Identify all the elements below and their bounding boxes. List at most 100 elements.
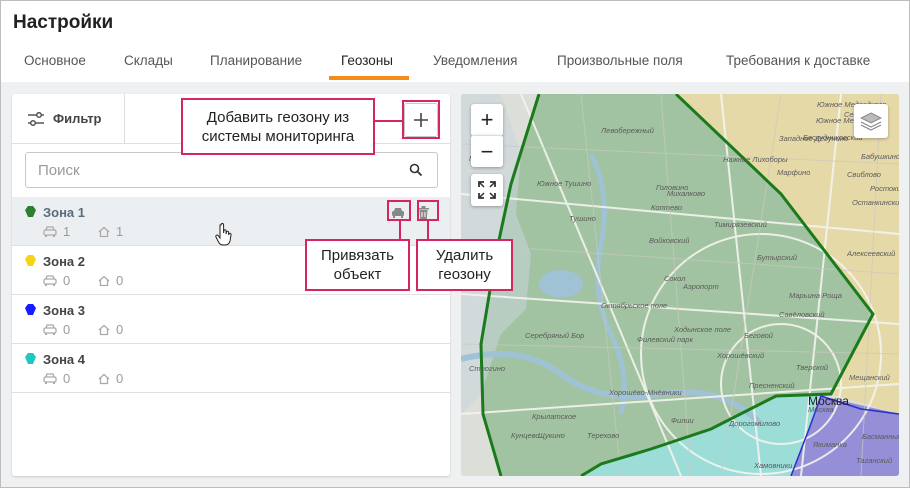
tab-notifications[interactable]: Уведомления: [433, 53, 517, 68]
tab-delivery-requirements[interactable]: Требования к доставке: [726, 53, 870, 68]
map-district-label: Хамовники: [754, 461, 793, 470]
map-district-label: Хорошёвский: [717, 351, 765, 360]
delete-icon-highlight: [417, 200, 439, 221]
map-district-label: Южное Тушино: [537, 179, 592, 188]
zoom-out-button[interactable]: −: [471, 135, 503, 167]
add-button-highlight: [402, 100, 440, 139]
map-district-label: Октябрьское поле: [601, 301, 668, 310]
zoom-in-button[interactable]: +: [471, 104, 503, 136]
zone-color-marker: [25, 304, 36, 315]
map-district-label: Коптево: [651, 203, 683, 212]
zone-name: Зона 4: [43, 352, 86, 367]
warehouse-count: 0: [98, 371, 123, 386]
home-icon: [98, 324, 110, 335]
active-tab-indicator: [329, 76, 409, 80]
map-district-label: Мещанский: [849, 373, 890, 382]
warehouse-count: 1: [98, 224, 123, 239]
map-district-label: Останкинский: [852, 198, 899, 207]
zone-name: Зона 2: [43, 254, 86, 269]
callout-delete-geozone: Удалить геозону: [416, 239, 513, 291]
map-district-label: Бутырский: [757, 253, 798, 262]
map-district-label: Марьина Роща: [789, 291, 842, 300]
map-district-label: Головино: [656, 183, 689, 192]
home-icon: [98, 275, 110, 286]
map-district-label: Бабушкинский: [861, 152, 899, 161]
map-district-label: Щукино: [538, 431, 565, 440]
map-district-label: Тушино: [569, 214, 596, 223]
zone-color-marker: [25, 353, 36, 364]
map-district-label: Хорошёво-Мнёвники: [609, 388, 682, 397]
layers-button[interactable]: [854, 104, 888, 138]
map-district-label: Терехово: [587, 431, 620, 440]
warehouse-count: 0: [98, 322, 123, 337]
map-district-label: Нажние Лихоборы: [723, 155, 788, 164]
car-icon: [43, 372, 57, 384]
map-district-label: Левобережный: [601, 126, 654, 135]
fullscreen-icon: [478, 181, 496, 199]
tab-geozones[interactable]: Геозоны: [341, 53, 393, 68]
tab-bar: Основное Склады Планирование Геозоны Уве…: [1, 53, 909, 81]
callout-bind-object: Привязать объект: [305, 239, 410, 291]
vehicle-count: 0: [43, 371, 70, 386]
car-icon: [43, 323, 57, 335]
map-district-label: Басманный: [862, 432, 899, 441]
filter-button[interactable]: Фильтр: [12, 94, 125, 143]
filter-icon: [28, 111, 44, 126]
fullscreen-button[interactable]: [471, 174, 503, 206]
vehicle-count: 1: [43, 224, 70, 239]
map-district-label: Таганский: [856, 456, 893, 465]
map-district-label: Филевский парк: [637, 335, 694, 344]
page-title: Настройки: [13, 12, 114, 33]
map-district-label: Беговой: [744, 331, 773, 340]
vehicle-count: 0: [43, 322, 70, 337]
zone-color-marker: [25, 206, 36, 217]
map-district-label: Пресненский: [749, 381, 795, 390]
map-district-label: Аэропорт: [683, 282, 719, 291]
map-district-label: Серебряный Бор: [525, 331, 585, 340]
callout-add-geozone: Добавить геозону из системы мониторинга: [181, 98, 375, 155]
home-icon: [98, 373, 110, 384]
tab-planning[interactable]: Планирование: [210, 53, 302, 68]
map-district-label: Крылатское: [532, 412, 577, 421]
map-district-label: Савёловский: [779, 310, 825, 319]
map-district-label: Марфино: [777, 168, 811, 177]
map-district-label: Филии: [671, 416, 694, 425]
callout-connector: [427, 220, 429, 240]
map-district-label: Войковский: [649, 236, 690, 245]
map-district-label: Кунцево: [511, 431, 540, 440]
page-header: Настройки Основное Склады Планирование Г…: [1, 1, 909, 81]
map-district-label: Тимирязевский: [714, 220, 767, 229]
app-window: Настройки Основное Склады Планирование Г…: [0, 0, 910, 488]
callout-connector: [375, 120, 403, 122]
map-district-label: Тверской: [796, 363, 829, 372]
map-district-label: Якиманка: [813, 440, 847, 449]
zone-row-4[interactable]: Зона 4 0 0: [12, 344, 450, 393]
tab-custom-fields[interactable]: Произвольные поля: [557, 53, 683, 68]
zone-name: Зона 1: [43, 205, 86, 220]
search-input[interactable]: Поиск: [25, 152, 438, 188]
map-district-label: Ходынское поле: [674, 325, 732, 334]
search-placeholder: Поиск: [38, 161, 80, 179]
bind-icon-highlight: [387, 200, 411, 221]
layers-icon: [860, 112, 882, 131]
hand-cursor-icon: [215, 223, 232, 246]
map-view[interactable]: Москва Левобережный Михалково Нажние Лихоб…: [461, 94, 899, 476]
home-icon: [98, 226, 110, 237]
map-district-label: Свиблово: [847, 170, 881, 179]
tab-main[interactable]: Основное: [24, 53, 86, 68]
zone-color-marker: [25, 255, 36, 266]
map-district-label: Строгино: [469, 364, 506, 373]
tab-warehouses[interactable]: Склады: [124, 53, 173, 68]
vehicle-count: 0: [43, 273, 70, 288]
map-district-label: Алексеевский: [847, 249, 896, 258]
zone-row-3[interactable]: Зона 3 0 0: [12, 295, 450, 344]
map-district-label: Ростокинский: [870, 184, 899, 193]
filter-label: Фильтр: [53, 111, 102, 126]
map-district-label: Дорогомилово: [729, 419, 781, 428]
car-icon: [43, 225, 57, 237]
search-icon[interactable]: [409, 163, 423, 177]
map-district-label: Москва: [808, 405, 834, 414]
zone-name: Зона 3: [43, 303, 86, 318]
warehouse-count: 0: [98, 273, 123, 288]
callout-connector: [399, 220, 401, 240]
